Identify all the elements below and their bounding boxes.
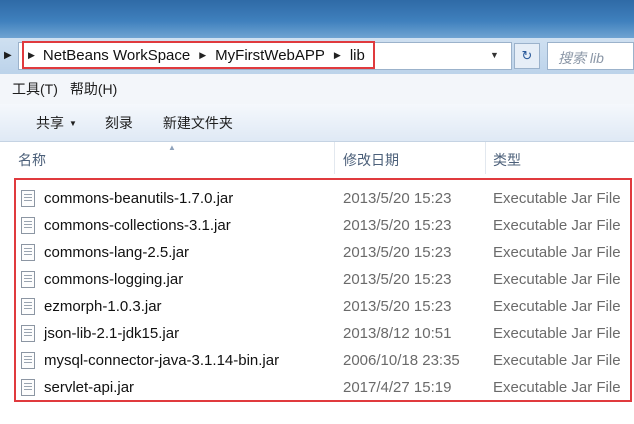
file-row[interactable]: mysql-connector-java-3.1.14-bin.jar 2006…: [16, 347, 630, 374]
jar-file-icon: [21, 352, 35, 369]
jar-file-icon: [21, 325, 35, 342]
command-bar: 共享 ▼ 刻录 新建文件夹: [0, 104, 634, 142]
chevron-right-icon[interactable]: ▶: [28, 50, 35, 61]
file-type: Executable Jar File: [493, 190, 621, 207]
share-button[interactable]: 共享 ▼: [26, 113, 87, 133]
file-type: Executable Jar File: [493, 352, 621, 369]
menu-item-tools[interactable]: 工具(T): [12, 79, 58, 99]
jar-file-icon: [21, 244, 35, 261]
file-type: Executable Jar File: [493, 298, 621, 315]
column-divider[interactable]: [485, 142, 486, 174]
jar-file-icon: [21, 379, 35, 396]
chevron-down-icon: ▼: [69, 118, 77, 128]
file-type: Executable Jar File: [493, 325, 621, 342]
jar-file-icon: [21, 190, 35, 207]
file-row[interactable]: json-lib-2.1-jdk15.jar 2013/8/12 10:51 E…: [16, 320, 630, 347]
file-modified: 2013/5/20 15:23: [343, 190, 452, 207]
menu-bar: 工具(T) 帮助(H): [0, 74, 634, 104]
jar-file-icon: [21, 217, 35, 234]
column-name[interactable]: 名称: [18, 150, 46, 170]
file-modified: 2013/5/20 15:23: [343, 217, 452, 234]
jar-file-icon: [21, 298, 35, 315]
file-row[interactable]: commons-logging.jar 2013/5/20 15:23 Exec…: [16, 266, 630, 293]
column-type[interactable]: 类型: [493, 150, 521, 170]
burn-button[interactable]: 刻录: [95, 113, 143, 133]
file-row[interactable]: servlet-api.jar 2017/4/27 15:19 Executab…: [16, 374, 630, 401]
file-row[interactable]: commons-beanutils-1.7.0.jar 2013/5/20 15…: [16, 185, 630, 212]
file-modified: 2013/5/20 15:23: [343, 271, 452, 288]
search-input[interactable]: 搜索 lib: [547, 42, 634, 70]
column-divider[interactable]: [334, 142, 335, 174]
file-row[interactable]: commons-collections-3.1.jar 2013/5/20 15…: [16, 212, 630, 239]
file-name: json-lib-2.1-jdk15.jar: [44, 325, 180, 342]
chevron-down-icon[interactable]: ▼: [490, 50, 499, 60]
refresh-icon[interactable]: ↻: [514, 43, 540, 69]
window-title-area: [0, 0, 634, 38]
column-modified[interactable]: 修改日期: [343, 150, 399, 170]
share-button-label: 共享: [36, 114, 64, 131]
file-name: servlet-api.jar: [44, 379, 135, 396]
chevron-right-icon[interactable]: ▶: [199, 50, 206, 61]
jar-file-icon: [21, 271, 35, 288]
file-modified: 2013/5/20 15:23: [343, 298, 452, 315]
file-type: Executable Jar File: [493, 379, 621, 396]
file-name: commons-collections-3.1.jar: [44, 217, 231, 234]
file-name: ezmorph-1.0.3.jar: [44, 298, 162, 315]
file-modified: 2013/8/12 10:51: [343, 325, 452, 342]
file-row[interactable]: ezmorph-1.0.3.jar 2013/5/20 15:23 Execut…: [16, 293, 630, 320]
file-name: commons-lang-2.5.jar: [44, 244, 190, 261]
file-type: Executable Jar File: [493, 271, 621, 288]
breadcrumb-item-project[interactable]: MyFirstWebAPP: [215, 47, 325, 64]
file-modified: 2006/10/18 23:35: [343, 352, 460, 369]
chevron-right-icon[interactable]: ▶: [334, 50, 341, 61]
chevron-right-icon[interactable]: ▶: [4, 46, 14, 66]
breadcrumb[interactable]: ▶ NetBeans WorkSpace ▶ MyFirstWebAPP ▶ l…: [22, 41, 375, 69]
file-row[interactable]: commons-lang-2.5.jar 2013/5/20 15:23 Exe…: [16, 239, 630, 266]
new-folder-button[interactable]: 新建文件夹: [153, 113, 243, 133]
file-type: Executable Jar File: [493, 244, 621, 261]
column-header: 名称 修改日期 类型: [0, 142, 634, 174]
file-name: mysql-connector-java-3.1.14-bin.jar: [44, 352, 280, 369]
file-list: commons-beanutils-1.7.0.jar 2013/5/20 15…: [14, 178, 632, 402]
breadcrumb-item-workspace[interactable]: NetBeans WorkSpace: [43, 47, 190, 64]
file-name: commons-logging.jar: [44, 271, 184, 288]
file-modified: 2013/5/20 15:23: [343, 244, 452, 261]
file-type: Executable Jar File: [493, 217, 621, 234]
sort-up-icon: ▲: [168, 143, 176, 152]
menu-item-help[interactable]: 帮助(H): [70, 79, 117, 99]
file-name: commons-beanutils-1.7.0.jar: [44, 190, 234, 207]
file-modified: 2017/4/27 15:19: [343, 379, 452, 396]
breadcrumb-item-lib[interactable]: lib: [350, 47, 365, 64]
